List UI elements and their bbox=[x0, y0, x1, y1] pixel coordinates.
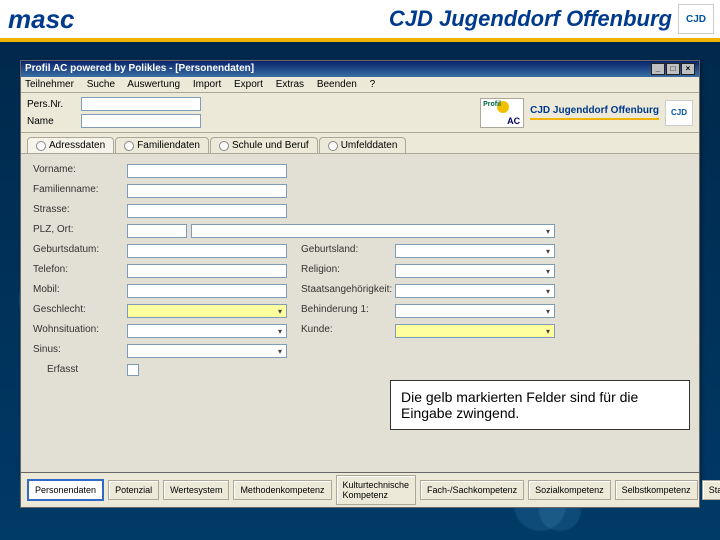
menu-teilnehmer[interactable]: Teilnehmer bbox=[25, 79, 74, 90]
tab-icon bbox=[36, 141, 46, 151]
sinus-label: Sinus: bbox=[33, 344, 113, 358]
window-title: Profil AC powered by Polikles - [Persone… bbox=[25, 61, 254, 77]
tab-familiendaten[interactable]: Familiendaten bbox=[115, 137, 209, 153]
name-input[interactable] bbox=[81, 114, 201, 128]
plz-input[interactable] bbox=[127, 224, 187, 238]
tabstrip: Adressdaten Familiendaten Schule und Ber… bbox=[21, 133, 699, 154]
cjd-logo: CJD bbox=[678, 4, 714, 34]
titlebar: Profil AC powered by Polikles - [Persone… bbox=[21, 61, 699, 77]
strasse-input[interactable] bbox=[127, 204, 287, 218]
religion-dropdown[interactable] bbox=[395, 264, 555, 278]
brand: masc bbox=[8, 4, 75, 35]
tab-icon bbox=[328, 141, 338, 151]
menu-help[interactable]: ? bbox=[370, 79, 376, 90]
org-title: CJD Jugenddorf Offenburg bbox=[389, 6, 672, 32]
name-label: Name bbox=[27, 116, 77, 127]
erfasst-label: Erfasst bbox=[33, 364, 113, 376]
erfasst-checkbox[interactable] bbox=[127, 364, 139, 376]
btn-statistik[interactable]: Statistik bbox=[702, 480, 720, 500]
slide-header: masc CJD Jugenddorf Offenburg CJD bbox=[0, 0, 720, 42]
telefon-label: Telefon: bbox=[33, 264, 113, 278]
profil-ac-logo: ProfilAC bbox=[480, 98, 524, 128]
geburtsdatum-input[interactable] bbox=[127, 244, 287, 258]
btn-wertesystem[interactable]: Wertesystem bbox=[163, 480, 229, 500]
org-text: CJD Jugenddorf Offenburg bbox=[530, 105, 659, 120]
ort-dropdown[interactable] bbox=[191, 224, 555, 238]
tab-adressdaten[interactable]: Adressdaten bbox=[27, 137, 114, 153]
menu-auswertung[interactable]: Auswertung bbox=[127, 79, 180, 90]
maximize-button[interactable]: □ bbox=[666, 63, 680, 75]
vorname-input[interactable] bbox=[127, 164, 287, 178]
tab-umfelddaten[interactable]: Umfelddaten bbox=[319, 137, 407, 153]
beh-dropdown[interactable] bbox=[395, 304, 555, 318]
geburtsland-label: Geburtsland: bbox=[301, 244, 381, 258]
btn-potenzial[interactable]: Potenzial bbox=[108, 480, 159, 500]
infobar: Pers.Nr. Name ProfilAC CJD Jugenddorf Of… bbox=[21, 93, 699, 133]
btn-selbstkompetenz[interactable]: Selbstkompetenz bbox=[615, 480, 698, 500]
kunde-dropdown[interactable] bbox=[395, 324, 555, 338]
geburtsdatum-label: Geburtsdatum: bbox=[33, 244, 113, 258]
menu-extras[interactable]: Extras bbox=[276, 79, 304, 90]
religion-label: Religion: bbox=[301, 264, 381, 278]
tab-icon bbox=[124, 141, 134, 151]
cjd-small-logo: CJD bbox=[665, 100, 693, 126]
tab-label: Familiendaten bbox=[137, 140, 200, 151]
tab-label: Schule und Beruf bbox=[232, 140, 309, 151]
form-panel: Vorname: Familienname: Strasse: PLZ, Ort… bbox=[21, 154, 699, 479]
wohn-dropdown[interactable] bbox=[127, 324, 287, 338]
tab-label: Umfelddaten bbox=[341, 140, 398, 151]
tab-label: Adressdaten bbox=[49, 140, 105, 151]
geburtsland-dropdown[interactable] bbox=[395, 244, 555, 258]
geschlecht-label: Geschlecht: bbox=[33, 304, 113, 318]
persnr-label: Pers.Nr. bbox=[27, 99, 77, 110]
familienname-label: Familienname: bbox=[33, 184, 113, 198]
menu-import[interactable]: Import bbox=[193, 79, 221, 90]
plzort-label: PLZ, Ort: bbox=[33, 224, 113, 238]
tab-icon bbox=[219, 141, 229, 151]
btn-methodenkompetenz[interactable]: Methodenkompetenz bbox=[233, 480, 331, 500]
kunde-label: Kunde: bbox=[301, 324, 381, 338]
minimize-button[interactable]: _ bbox=[651, 63, 665, 75]
strasse-label: Strasse: bbox=[33, 204, 113, 218]
menu-suche[interactable]: Suche bbox=[87, 79, 115, 90]
menu-export[interactable]: Export bbox=[234, 79, 263, 90]
telefon-input[interactable] bbox=[127, 264, 287, 278]
close-button[interactable]: × bbox=[681, 63, 695, 75]
annotation-note: Die gelb markierten Felder sind für die … bbox=[390, 380, 690, 430]
vorname-label: Vorname: bbox=[33, 164, 113, 178]
geschlecht-dropdown[interactable] bbox=[127, 304, 287, 318]
btn-fachsach[interactable]: Fach-/Sachkompetenz bbox=[420, 480, 524, 500]
btn-personendaten[interactable]: Personendaten bbox=[27, 479, 104, 501]
persnr-input[interactable] bbox=[81, 97, 201, 111]
mobil-label: Mobil: bbox=[33, 284, 113, 298]
wohn-label: Wohnsituation: bbox=[33, 324, 113, 338]
staat-label: Staatsangehörigkeit: bbox=[301, 284, 381, 298]
beh-label: Behinderung 1: bbox=[301, 304, 381, 318]
tab-schule-beruf[interactable]: Schule und Beruf bbox=[210, 137, 318, 153]
menu-beenden[interactable]: Beenden bbox=[317, 79, 357, 90]
sinus-dropdown[interactable] bbox=[127, 344, 287, 358]
btn-sozialkompetenz[interactable]: Sozialkompetenz bbox=[528, 480, 611, 500]
staat-dropdown[interactable] bbox=[395, 284, 555, 298]
menubar: Teilnehmer Suche Auswertung Import Expor… bbox=[21, 77, 699, 93]
mobil-input[interactable] bbox=[127, 284, 287, 298]
bottom-buttonbar: Personendaten Potenzial Wertesystem Meth… bbox=[20, 472, 700, 508]
btn-kulturtechnisch[interactable]: Kulturtechnische Kompetenz bbox=[336, 475, 417, 505]
familienname-input[interactable] bbox=[127, 184, 287, 198]
